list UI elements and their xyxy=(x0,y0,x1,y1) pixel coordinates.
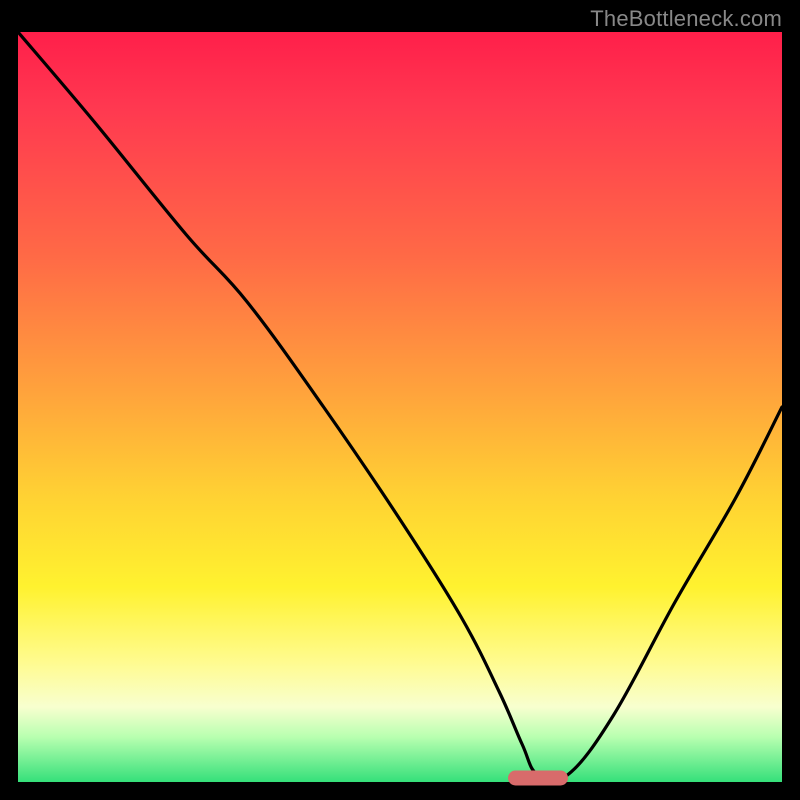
plot-area xyxy=(18,32,782,782)
curve-path xyxy=(18,32,782,781)
bottleneck-curve xyxy=(18,32,782,782)
bottleneck-marker xyxy=(508,771,568,786)
watermark-text: TheBottleneck.com xyxy=(590,6,782,32)
chart-frame: TheBottleneck.com xyxy=(0,0,800,800)
